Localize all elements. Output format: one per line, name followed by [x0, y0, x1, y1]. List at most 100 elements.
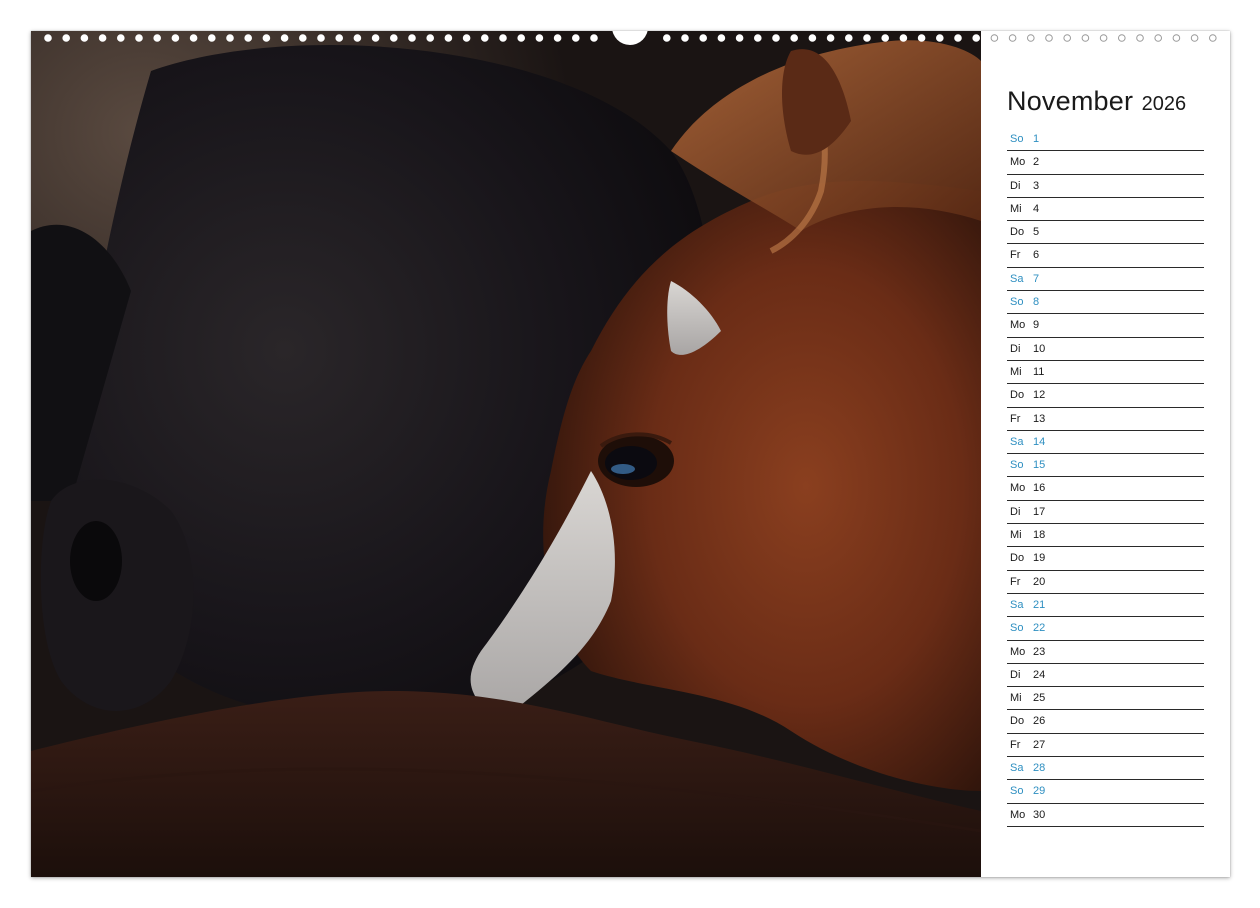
weekday-label: Mi: [1010, 529, 1022, 542]
binding-ring: [371, 34, 380, 42]
binding-ring: [299, 34, 307, 42]
binding-ring: [44, 34, 52, 42]
day-row: Mo 9: [1007, 314, 1204, 338]
binding-ring: [499, 34, 507, 42]
binding-ring: [826, 34, 835, 42]
weekday-label: Fr: [1010, 738, 1021, 751]
day-number: 18: [1033, 529, 1046, 542]
binding-ring: [153, 34, 161, 42]
day-row: Mi 25: [1007, 687, 1204, 711]
binding-ring: [335, 34, 344, 42]
day-number: 13: [1033, 412, 1046, 425]
day-number: 24: [1033, 668, 1046, 681]
day-number: 8: [1033, 296, 1040, 309]
binding-ring: [1027, 34, 1035, 42]
weekday-label: Mo: [1010, 645, 1026, 658]
binding-ring: [1099, 34, 1108, 42]
day-number: 22: [1033, 622, 1046, 635]
binding-ring: [117, 34, 125, 42]
binding-ring: [572, 34, 580, 42]
weekday-label: Do: [1010, 226, 1025, 239]
binding-ring: [1154, 34, 1162, 42]
day-row: Mo 16: [1007, 477, 1204, 501]
month-title: November 2026: [1007, 86, 1186, 117]
month-name: November: [1007, 86, 1134, 116]
binding-ring: [1008, 34, 1017, 42]
binding-ring: [1045, 34, 1053, 42]
binding-ring: [426, 34, 435, 42]
day-row: Mi 18: [1007, 524, 1204, 548]
binding-ring: [317, 34, 325, 42]
day-row: Do 5: [1007, 221, 1204, 245]
day-number: 28: [1033, 762, 1046, 775]
weekday-label: Mo: [1010, 482, 1026, 495]
day-row: Fr 6: [1007, 244, 1204, 268]
day-row: Do 12: [1007, 384, 1204, 408]
binding-ring: [663, 34, 671, 42]
weekday-label: Di: [1010, 505, 1021, 518]
binding-ring: [444, 34, 453, 42]
binding-ring: [1136, 34, 1144, 42]
day-row: Do 19: [1007, 547, 1204, 571]
weekday-label: Do: [1010, 389, 1025, 402]
day-row: Di 24: [1007, 664, 1204, 688]
binding-ring: [717, 34, 726, 42]
day-number: 25: [1033, 692, 1046, 705]
binding-ring: [80, 34, 89, 42]
weekday-label: Mo: [1010, 156, 1026, 169]
binding-ring: [1081, 34, 1090, 42]
weekday-label: Do: [1010, 552, 1025, 565]
day-row: Di 10: [1007, 338, 1204, 361]
binding-ring: [863, 34, 871, 42]
weekday-label: Mo: [1010, 319, 1026, 332]
weekday-label: Sa: [1010, 598, 1024, 611]
day-number: 10: [1033, 342, 1046, 355]
weekday-label: Mi: [1010, 365, 1022, 378]
day-list: So 1 Mo 2 Di 3 Mi 4 Do 5 Fr 6 Sa 7 So 8 Mo 9 Di 10 Mi 11 Do 12 F…: [1007, 128, 1204, 827]
binding-ring: [189, 34, 198, 42]
binding-ring: [481, 34, 489, 42]
binding-ring: [553, 34, 562, 42]
binding-ring: [790, 34, 799, 42]
binding-ring: [535, 34, 544, 42]
day-row: Mi 11: [1007, 361, 1204, 385]
weekday-label: Mi: [1010, 202, 1022, 215]
binding-ring: [244, 34, 252, 42]
weekday-label: Fr: [1010, 249, 1021, 262]
binding-ring: [462, 34, 471, 42]
day-row: Fr 20: [1007, 571, 1204, 594]
binding-ring: [917, 34, 926, 42]
year-label: 2026: [1141, 93, 1187, 115]
binding-ring: [699, 34, 708, 42]
binding-ring: [171, 34, 180, 42]
day-row: Sa 7: [1007, 268, 1204, 292]
weekday-label: Mi: [1010, 692, 1022, 705]
day-number: 3: [1033, 179, 1040, 192]
day-row: Mo 2: [1007, 151, 1204, 175]
binding-ring: [954, 34, 962, 42]
binding-ring: [754, 34, 762, 42]
binding-ring: [517, 34, 526, 42]
weekday-label: Do: [1010, 715, 1025, 728]
day-number: 15: [1033, 459, 1046, 472]
binding-ring: [936, 34, 944, 42]
day-row: Fr 27: [1007, 734, 1204, 758]
binding-ring: [972, 34, 981, 42]
weekday-label: Fr: [1010, 412, 1021, 425]
binding-ring: [1172, 34, 1181, 42]
binding-ring: [735, 34, 744, 42]
binding-ring: [1209, 34, 1217, 42]
binding-ring: [899, 34, 908, 42]
weekday-label: Sa: [1010, 762, 1024, 775]
binding-ring: [1063, 34, 1071, 42]
binding-ring: [881, 34, 890, 42]
day-row: Di 17: [1007, 501, 1204, 525]
weekday-label: Di: [1010, 668, 1021, 681]
day-row: Mo 23: [1007, 641, 1204, 664]
day-number: 16: [1033, 482, 1046, 495]
weekday-label: Sa: [1010, 272, 1024, 285]
weekday-label: So: [1010, 785, 1024, 798]
day-number: 23: [1033, 645, 1046, 658]
weekday-label: Di: [1010, 179, 1021, 192]
day-number: 19: [1033, 552, 1046, 565]
